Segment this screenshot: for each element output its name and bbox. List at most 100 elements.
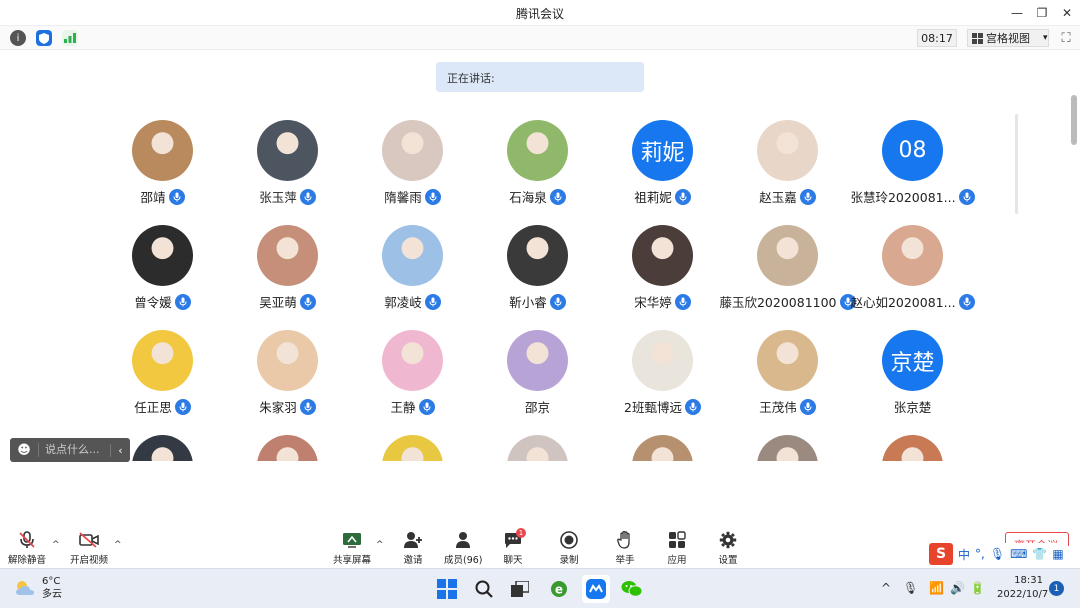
participant-tile[interactable]: 赵心如2020081... — [850, 219, 975, 324]
participant-name-line: 朱家羽 — [225, 397, 350, 416]
share-options-caret[interactable]: ^ — [376, 540, 384, 550]
chat-input-bar[interactable]: ☻ 说点什么... ‹ — [10, 438, 130, 462]
participant-tile[interactable]: 08 张慧玲2020081... — [850, 114, 975, 219]
participant-tile[interactable] — [850, 429, 975, 461]
participant-tile[interactable] — [475, 429, 600, 461]
mic-icon — [424, 293, 441, 310]
sogou-logo-icon[interactable]: S — [929, 543, 953, 565]
participant-tile[interactable]: 石海泉 — [475, 114, 600, 219]
fullscreen-icon[interactable]: ⛶ — [1058, 30, 1074, 46]
participant-tile[interactable]: 靳小睿 — [475, 219, 600, 324]
audio-options-caret[interactable]: ^ — [52, 540, 60, 550]
participant-tile[interactable]: 吴亚萌 — [225, 219, 350, 324]
chat-label: 聊天 — [503, 555, 523, 566]
participant-tile[interactable]: 张玉萍 — [225, 114, 350, 219]
participant-tile[interactable]: 2班甄博远 — [600, 324, 725, 429]
ime-language[interactable]: 中 — [958, 546, 970, 563]
avatar — [632, 225, 693, 286]
avatar — [757, 225, 818, 286]
window-title: 腾讯会议 — [515, 7, 564, 21]
participant-name-line: 郭凌岐 — [350, 292, 475, 311]
grid-icon — [972, 32, 983, 44]
avatar-initials: 莉妮 — [640, 140, 685, 166]
battery-icon[interactable]: 🔋 — [970, 581, 985, 595]
participant-tile[interactable]: 宋华婷 — [600, 219, 725, 324]
mic-icon — [549, 188, 566, 205]
participant-tile[interactable]: 邵京 — [475, 324, 600, 429]
start-icon[interactable] — [433, 575, 461, 603]
invite-button[interactable]: 邀请 — [402, 530, 424, 566]
search-icon[interactable] — [470, 575, 498, 603]
record-button[interactable]: 录制 — [558, 530, 580, 566]
window-scrollbar[interactable] — [1071, 95, 1077, 145]
participant-tile[interactable]: 京楚 张京楚 — [850, 324, 975, 429]
participant-tile[interactable] — [225, 429, 350, 461]
toolbox-icon[interactable]: ▦ — [1052, 547, 1063, 561]
avatar — [132, 435, 193, 461]
tray-expand-icon[interactable]: ^ — [881, 581, 891, 595]
participant-name-line: 邵京 — [475, 397, 600, 416]
raise-hand-label: 举手 — [615, 555, 635, 566]
notification-badge[interactable]: 1 — [1049, 581, 1064, 596]
settings-button[interactable]: 设置 — [717, 530, 739, 566]
weather-widget[interactable]: 6°C 多云 — [14, 575, 62, 601]
tencent-meeting-app-icon[interactable] — [582, 575, 610, 603]
view-mode-select[interactable]: 宫格视图 ▾ — [967, 29, 1049, 47]
microphone-tray-icon[interactable]: 🎙 — [903, 581, 918, 595]
signal-icon[interactable] — [62, 30, 78, 46]
settings-label: 设置 — [718, 555, 738, 566]
share-screen-button[interactable]: 共享屏幕 — [333, 530, 371, 566]
mic-icon — [799, 398, 816, 415]
participant-tile[interactable]: 邵靖 — [100, 114, 225, 219]
grid-scrollbar[interactable] — [1015, 114, 1018, 214]
task-view-icon[interactable] — [506, 575, 534, 603]
participant-tile[interactable]: 王茂伟 — [725, 324, 850, 429]
skin-icon[interactable]: 👕 — [1032, 547, 1047, 561]
ime-punctuation[interactable]: °, — [975, 547, 985, 561]
ie-browser-icon[interactable]: e — [545, 575, 573, 603]
participant-name: 隋馨雨 — [384, 190, 422, 205]
participant-tile[interactable]: 隋馨雨 — [350, 114, 475, 219]
participant-name-line: 任正思 — [100, 397, 225, 416]
emoji-icon[interactable]: ☻ — [10, 443, 38, 458]
keyboard-icon[interactable]: ⌨ — [1010, 547, 1027, 561]
chat-button[interactable]: 1 聊天 — [502, 528, 526, 566]
shield-icon[interactable] — [36, 30, 52, 46]
unmute-button[interactable]: 解除静音 — [8, 530, 46, 566]
participant-tile[interactable] — [350, 429, 475, 461]
avatar — [132, 225, 193, 286]
unmute-label: 解除静音 — [8, 555, 47, 566]
video-options-caret[interactable]: ^ — [114, 540, 122, 550]
wifi-icon[interactable]: 📶 — [929, 581, 944, 595]
participant-tile[interactable]: 朱家羽 — [225, 324, 350, 429]
invite-label: 邀请 — [403, 555, 423, 566]
apps-button[interactable]: 应用 — [666, 530, 688, 566]
info-icon[interactable]: i — [10, 30, 26, 46]
participant-tile[interactable] — [725, 429, 850, 461]
wechat-icon[interactable] — [618, 575, 646, 603]
volume-icon[interactable]: 🔊 — [950, 581, 965, 595]
participant-tile[interactable]: 任正思 — [100, 324, 225, 429]
participant-tile[interactable]: 王静 — [350, 324, 475, 429]
participant-tile[interactable]: 赵玉嘉 — [725, 114, 850, 219]
ime-toolbar[interactable]: S 中 °, 🎙 ⌨ 👕 ▦ — [929, 543, 1064, 565]
participant-name-line: 藤玉欣2020081100 — [719, 292, 856, 311]
members-button[interactable]: 成员(96) — [444, 530, 483, 566]
participant-tile[interactable] — [600, 429, 725, 461]
mic-off-icon — [16, 530, 38, 550]
participant-name-line: 赵玉嘉 — [725, 187, 850, 206]
participant-tile[interactable]: 郭凌岐 — [350, 219, 475, 324]
start-video-button[interactable]: 开启视频 — [70, 530, 108, 566]
collapse-chat-button[interactable]: ‹ — [110, 443, 130, 457]
chat-input[interactable]: 说点什么... — [38, 443, 110, 457]
voice-input-icon[interactable]: 🎙 — [990, 547, 1005, 561]
participant-tile[interactable]: 曾令媛 — [100, 219, 225, 324]
taskbar-clock[interactable]: 18:31 2022/10/7 — [997, 574, 1048, 602]
clock-time: 18:31 — [1014, 575, 1043, 586]
participant-tile[interactable]: 藤玉欣2020081100 — [719, 219, 856, 324]
participant-name: 郭凌岐 — [384, 295, 422, 310]
avatar — [132, 120, 193, 181]
raise-hand-button[interactable]: 举手 — [614, 530, 636, 566]
close-button[interactable]: ✕ — [1052, 0, 1080, 26]
participant-tile[interactable]: 莉妮 祖莉妮 — [600, 114, 725, 219]
